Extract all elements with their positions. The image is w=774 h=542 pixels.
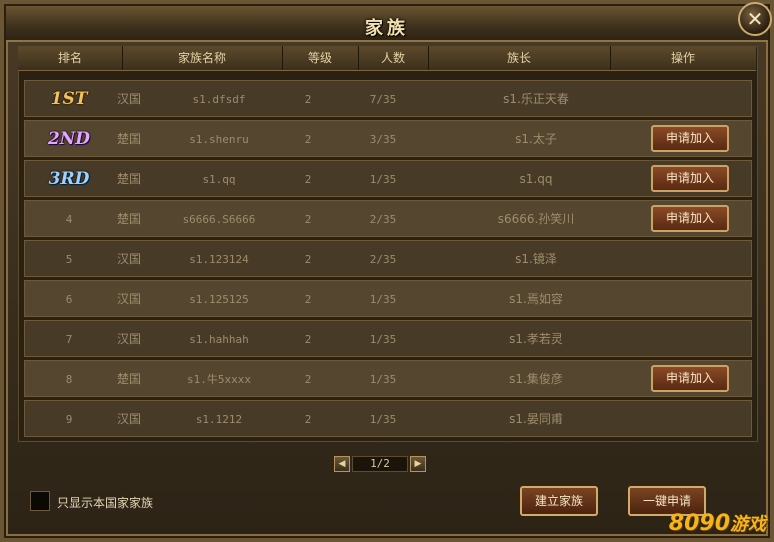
- cell-nation: 楚国: [116, 172, 141, 186]
- page-indicator: 1/2: [352, 456, 408, 472]
- cell-name: s1.dfsdf: [192, 93, 246, 106]
- own-nation-only-checkbox[interactable]: [30, 491, 50, 511]
- cell-members: 1/35: [369, 413, 397, 426]
- cell-leader: s1.集俊彦: [509, 372, 563, 386]
- cell-name: s1.牛5xxxx: [187, 373, 251, 386]
- header-members: 人数: [358, 46, 429, 70]
- close-icon[interactable]: ✕: [738, 2, 772, 36]
- cell-members: 3/35: [369, 133, 397, 146]
- cell-leader: s1.乐正天春: [503, 92, 569, 106]
- cell-name: s6666.S6666: [182, 213, 256, 226]
- apply-join-button[interactable]: 申请加入: [651, 165, 729, 192]
- cell-nation: 楚国: [116, 372, 141, 386]
- cell-level: 2: [304, 93, 312, 106]
- apply-join-button[interactable]: 申请加入: [651, 365, 729, 392]
- cell-name: s1.125125: [189, 293, 249, 306]
- cell-name: s1.hahhah: [189, 333, 249, 346]
- cell-members: 1/35: [369, 293, 397, 306]
- cell-nation: 汉国: [116, 332, 141, 346]
- own-nation-only-label: 只显示本国家家族: [57, 496, 154, 510]
- cell-name: s1.1212: [195, 413, 243, 426]
- table-row[interactable]: 6 汉国 s1.125125 2 1/35 s1.焉如容: [24, 280, 752, 317]
- table-row[interactable]: 8 楚国 s1.牛5xxxx 2 1/35 s1.集俊彦 申请加入: [24, 360, 752, 397]
- table-row[interactable]: 5 汉国 s1.123124 2 2/35 s1.镜泽: [24, 240, 752, 277]
- watermark-text: 游戏: [730, 514, 766, 535]
- table-row[interactable]: 1ST 汉国 s1.dfsdf 2 7/35 s1.乐正天春: [24, 80, 752, 117]
- watermark-number: 8090: [668, 511, 730, 536]
- table-row[interactable]: 3RD 楚国 s1.qq 2 1/35 s1.qq 申请加入: [24, 160, 752, 197]
- cell-members: 2/35: [369, 213, 397, 226]
- table-header: 排名 家族名称 等级 人数 族长 操作: [18, 46, 756, 71]
- table-row[interactable]: 4 楚国 s6666.S6666 2 2/35 s6666.孙笑川 申请加入: [24, 200, 752, 237]
- table-row[interactable]: 9 汉国 s1.1212 2 1/35 s1.晏同甫: [24, 400, 752, 437]
- cell-nation: 汉国: [116, 292, 141, 306]
- cell-level: 2: [304, 173, 312, 186]
- cell-nation: 汉国: [116, 252, 141, 266]
- cell-leader: s1.镜泽: [515, 252, 557, 266]
- cell-members: 7/35: [369, 93, 397, 106]
- next-page-icon[interactable]: ▶: [410, 456, 426, 472]
- cell-level: 2: [304, 213, 312, 226]
- cell-nation: 楚国: [116, 212, 141, 226]
- cell-leader: s6666.孙笑川: [497, 212, 575, 226]
- create-guild-button[interactable]: 建立家族: [520, 486, 598, 516]
- cell-leader: s1.孝若灵: [509, 332, 563, 346]
- cell-leader: s1.太子: [515, 132, 557, 146]
- cell-leader: s1.qq: [519, 172, 553, 186]
- table-row[interactable]: 2ND 楚国 s1.shenru 2 3/35 s1.太子 申请加入: [24, 120, 752, 157]
- cell-members: 1/35: [369, 333, 397, 346]
- cell-members: 1/35: [369, 373, 397, 386]
- prev-page-icon[interactable]: ◀: [334, 456, 350, 472]
- cell-name: s1.shenru: [189, 133, 249, 146]
- cell-level: 2: [304, 333, 312, 346]
- cell-nation: 楚国: [116, 132, 141, 146]
- cell-name: s1.123124: [189, 253, 249, 266]
- pagination: ◀ 1/2 ▶: [334, 456, 426, 472]
- cell-level: 2: [304, 253, 312, 266]
- header-leader: 族长: [428, 46, 611, 70]
- cell-level: 2: [304, 413, 312, 426]
- cell-leader: s1.晏同甫: [509, 412, 563, 426]
- title-bar: 家族: [6, 6, 768, 42]
- cell-members: 2/35: [369, 253, 397, 266]
- table-row[interactable]: 7 汉国 s1.hahhah 2 1/35 s1.孝若灵: [24, 320, 752, 357]
- apply-join-button[interactable]: 申请加入: [651, 205, 729, 232]
- cell-members: 1/35: [369, 173, 397, 186]
- cell-level: 2: [304, 373, 312, 386]
- window-title: 家族: [365, 18, 409, 39]
- header-rank: 排名: [18, 46, 123, 70]
- cell-name: s1.qq: [202, 173, 236, 186]
- site-watermark: 8090游戏: [669, 510, 766, 536]
- cell-nation: 汉国: [116, 92, 141, 106]
- cell-nation: 汉国: [116, 412, 141, 426]
- header-action: 操作: [670, 51, 695, 65]
- cell-level: 2: [304, 133, 312, 146]
- apply-join-button[interactable]: 申请加入: [651, 125, 729, 152]
- header-level: 等级: [282, 46, 359, 70]
- header-guild-name: 家族名称: [122, 46, 283, 70]
- cell-level: 2: [304, 293, 312, 306]
- cell-leader: s1.焉如容: [509, 292, 563, 306]
